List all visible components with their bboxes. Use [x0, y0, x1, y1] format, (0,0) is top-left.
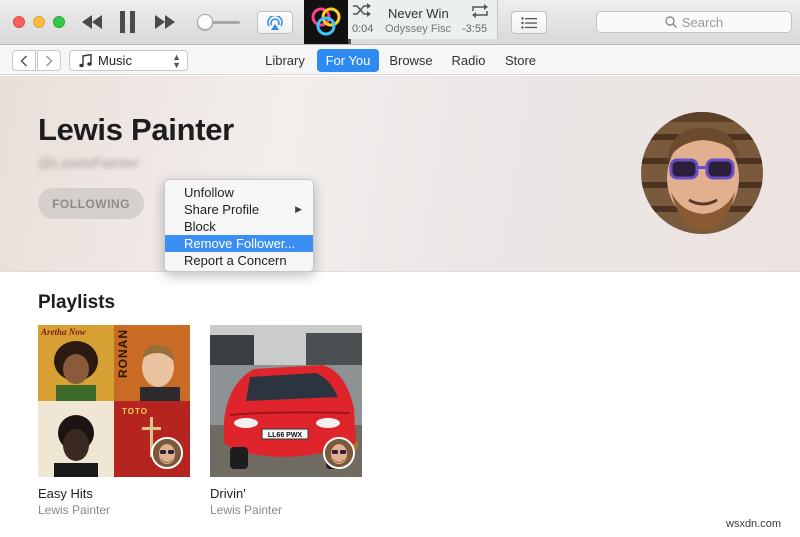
playlist-name[interactable]: Easy Hits [38, 486, 93, 501]
rewind-button[interactable] [80, 10, 104, 34]
owner-avatar-photo [325, 439, 353, 467]
back-button[interactable] [12, 50, 36, 71]
search-icon [665, 16, 677, 28]
pause-button[interactable] [117, 10, 139, 34]
menu-item-unfollow-label: Unfollow [184, 185, 234, 200]
playlists-heading: Playlists [38, 292, 116, 313]
artwork-quadrant-ronan: RONAN [114, 325, 190, 401]
menu-item-share-profile-label: Share Profile [184, 202, 260, 217]
following-button[interactable]: FOLLOWING [38, 188, 144, 219]
search-field[interactable]: Search [596, 11, 792, 33]
remaining-time: -3:55 [462, 23, 488, 35]
menu-item-block[interactable]: Block [165, 218, 313, 235]
tab-radio-label: Radio [451, 53, 486, 68]
navigation-bar: Music ▲ ▼ Library For You Browse Radio St… [0, 45, 800, 75]
artwork-text-ronan: RONAN [116, 329, 130, 378]
aretha-portrait-icon [54, 341, 98, 401]
rewind-icon [82, 15, 102, 29]
tab-library-label: Library [265, 53, 305, 68]
playlist-owner[interactable]: Lewis Painter [210, 503, 282, 517]
chevron-right-icon [45, 54, 53, 67]
playback-progress-fill [348, 39, 351, 44]
zoom-window-button[interactable] [53, 16, 65, 28]
avatar-photo [641, 112, 763, 234]
tab-for-you-label: For You [325, 53, 371, 68]
license-plate-text: LL66 PWX [268, 432, 303, 439]
minimize-window-button[interactable] [33, 16, 45, 28]
tab-browse-label: Browse [389, 53, 433, 68]
profile-handle: @LewisPainter [38, 155, 140, 172]
repeat-button[interactable] [470, 3, 490, 24]
playlist-owner-avatar [151, 437, 183, 469]
toto-sword-icon [142, 417, 161, 457]
tab-store-label: Store [504, 53, 537, 68]
forward-button[interactable] [37, 50, 61, 71]
music-note-icon [79, 53, 92, 67]
up-next-button[interactable] [511, 11, 547, 34]
elapsed-time: 0:04 [352, 23, 374, 35]
artwork-quadrant-aretha: Aretha Now [38, 325, 114, 401]
artwork-quadrant-tracy [38, 401, 114, 477]
close-window-button[interactable] [13, 16, 25, 28]
menu-item-report-concern-label: Report a Concern [184, 253, 287, 268]
playback-progress-bar[interactable] [348, 39, 498, 44]
album-art-icon [311, 7, 341, 36]
tab-library[interactable]: Library [258, 49, 312, 72]
pause-icon [120, 11, 135, 33]
repeat-icon [472, 4, 488, 18]
menu-item-report-concern[interactable]: Report a Concern [165, 252, 313, 269]
title-bar: Never Win 0:04 Odyssey Fisc -3:55 Search [0, 0, 800, 45]
playlist-owner[interactable]: Lewis Painter [38, 503, 110, 517]
fast-forward-button[interactable] [153, 10, 177, 34]
menu-item-unfollow[interactable]: Unfollow [165, 184, 313, 201]
profile-name: Lewis Painter [38, 112, 234, 147]
shuffle-icon [353, 3, 371, 17]
menu-item-block-label: Block [184, 219, 216, 234]
watermark-text: wsxdn.com [726, 518, 782, 530]
shuffle-button[interactable] [352, 3, 372, 22]
owner-avatar-photo [153, 439, 181, 467]
submenu-arrow-icon: ▶ [295, 204, 302, 214]
playlist-name[interactable]: Drivin' [210, 486, 246, 501]
tab-store[interactable]: Store [498, 49, 543, 72]
profile-avatar[interactable] [641, 112, 763, 234]
tracy-portrait-icon [54, 415, 98, 477]
search-placeholder: Search [681, 14, 724, 30]
profile-context-menu: Unfollow Share Profile ▶ Block Remove Fol… [164, 179, 314, 272]
tab-for-you[interactable]: For You [317, 49, 379, 72]
chevron-left-icon [20, 54, 28, 67]
track-title: Never Win [388, 6, 449, 21]
menu-item-remove-follower-label: Remove Follower... [184, 236, 296, 251]
artwork-quadrant-toto: TOTO [114, 401, 190, 477]
media-type-label: Music [98, 53, 132, 68]
up-next-list-icon [521, 16, 537, 29]
volume-slider-knob[interactable] [197, 14, 213, 30]
playlist-artwork-drivin[interactable]: LL66 PWX [210, 325, 362, 477]
fast-forward-icon [155, 15, 175, 29]
airplay-icon [267, 15, 283, 30]
menu-item-share-profile[interactable]: Share Profile ▶ [165, 201, 313, 218]
album-art-thumbnail[interactable] [304, 0, 348, 44]
media-type-select[interactable]: Music ▲ ▼ [69, 50, 188, 71]
menu-item-remove-follower[interactable]: Remove Follower... [165, 235, 313, 252]
playlist-owner-avatar [323, 437, 355, 469]
tab-browse[interactable]: Browse [384, 49, 438, 72]
chevron-up-down-icon: ▲ ▼ [172, 52, 181, 70]
airplay-button[interactable] [257, 11, 293, 34]
tab-radio[interactable]: Radio [446, 49, 491, 72]
playlist-artwork-easy-hits[interactable]: Aretha Now RONAN TOTO [38, 325, 190, 477]
track-artist-album: Odyssey Fisc [385, 23, 452, 35]
